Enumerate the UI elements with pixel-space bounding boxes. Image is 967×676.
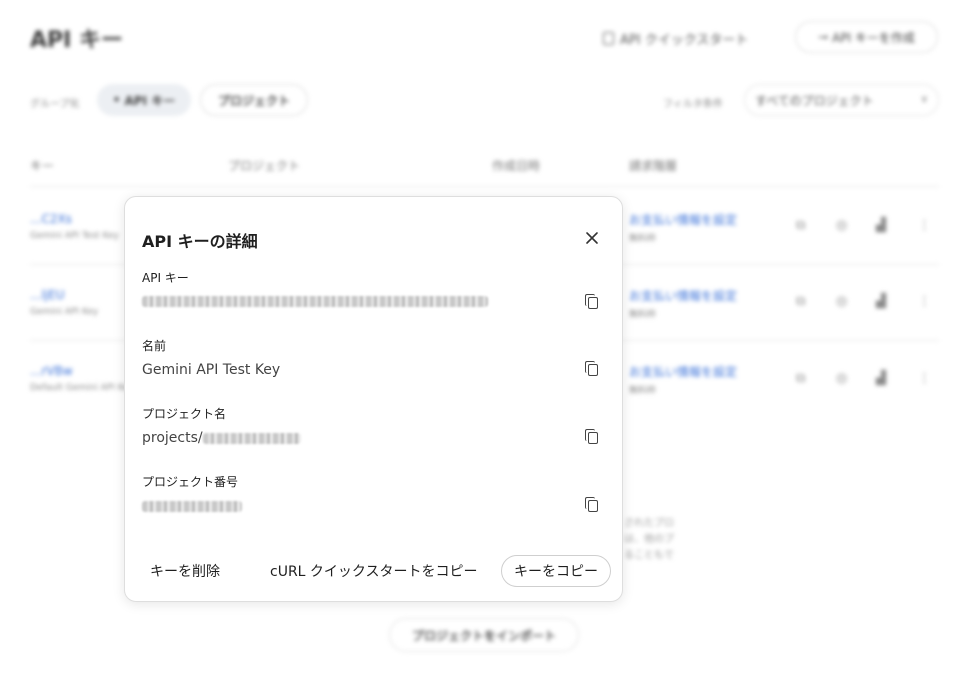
project-name-text: projects/ xyxy=(142,430,203,446)
filter-select-value: すべてのプロジェクト xyxy=(755,93,874,108)
billing-tier: 無料枠 xyxy=(629,234,657,244)
column-header-created: 作成日時 xyxy=(492,159,541,173)
billing-link[interactable]: お支払い情報を設定 xyxy=(629,211,737,228)
column-header-billing: 請求階層 xyxy=(629,159,678,173)
name-value: Gemini API Test Key xyxy=(142,362,281,378)
dialog-title: API キーの詳細 xyxy=(142,232,258,251)
chevron-down-icon: ∨ xyxy=(920,94,928,105)
more-vert-icon[interactable]: ⋮ xyxy=(918,294,931,309)
project-number-value xyxy=(142,498,242,514)
chart-icon[interactable]: ▟ xyxy=(876,218,886,233)
row-key-name: Gemini API Key xyxy=(30,307,99,317)
redacted-value xyxy=(202,432,301,444)
redacted-value xyxy=(142,500,242,512)
quickstart-link[interactable]: API クイックスタート xyxy=(603,29,748,48)
page-title: API キー xyxy=(30,28,123,53)
info-note-line: ることもで xyxy=(624,550,674,561)
key-icon: ⊸ xyxy=(818,30,829,44)
more-vert-icon[interactable]: ⋮ xyxy=(918,218,931,233)
copy-curl-quickstart-button[interactable]: cURL クイックスタートをコピー xyxy=(270,555,478,587)
billing-link[interactable]: お支払い情報を設定 xyxy=(629,363,737,380)
api-key-value xyxy=(142,293,488,309)
info-note-line: は、他のプ xyxy=(624,534,674,545)
copy-key-button[interactable]: キーをコピー xyxy=(501,555,611,587)
billing-tier: 無料枠 xyxy=(629,386,657,396)
project-name-value: projects/ xyxy=(142,430,301,446)
group-chip-project[interactable]: プロジェクト xyxy=(200,84,308,116)
chart-icon[interactable]: ▟ xyxy=(876,371,886,386)
billing-icon[interactable]: ◎ xyxy=(836,294,847,309)
copy-name-button[interactable] xyxy=(583,360,601,378)
billing-icon[interactable]: ◎ xyxy=(836,371,847,386)
check-icon: • xyxy=(112,93,121,107)
more-vert-icon[interactable]: ⋮ xyxy=(918,371,931,386)
billing-link[interactable]: お支払い情報を設定 xyxy=(629,287,737,304)
dialog-footer: キーを削除 cURL クイックスタートをコピー キーをコピー xyxy=(125,555,622,591)
copy-icon[interactable]: ⧉ xyxy=(796,371,805,386)
column-header-project: プロジェクト xyxy=(228,159,301,173)
create-api-key-label: API キーを作成 xyxy=(832,30,915,45)
close-button[interactable] xyxy=(580,226,604,250)
row-key-link[interactable]: ...ljEU xyxy=(30,288,64,302)
copy-icon[interactable]: ⧉ xyxy=(796,294,805,309)
filter-label: フィルタ条件 xyxy=(663,99,723,110)
info-note: されたプロ は、他のプ ることもで xyxy=(624,516,694,564)
chart-icon[interactable]: ▟ xyxy=(876,294,886,309)
api-key-label: API キー xyxy=(142,271,189,285)
billing-icon[interactable]: ◎ xyxy=(836,218,847,233)
project-name-label: プロジェクト名 xyxy=(142,407,227,421)
row-key-link[interactable]: ...C2Xs xyxy=(30,212,72,226)
group-chip-api-key-label: API キー xyxy=(124,93,176,108)
copy-icon[interactable]: ⧉ xyxy=(796,218,805,233)
row-key-name: Default Gemini API Key xyxy=(30,383,135,393)
group-chip-api-key[interactable]: • API キー xyxy=(97,84,191,116)
column-header-key: キー xyxy=(30,159,55,173)
billing-tier: 無料枠 xyxy=(629,310,657,320)
divider xyxy=(30,186,939,187)
redacted-value xyxy=(142,295,488,307)
create-api-key-button[interactable]: ⊸ API キーを作成 xyxy=(795,21,938,53)
project-number-label: プロジェクト番号 xyxy=(142,475,239,489)
row-key-link[interactable]: ...rVBw xyxy=(30,364,73,378)
quickstart-link-label: API クイックスタート xyxy=(620,33,749,48)
copy-api-key-button[interactable] xyxy=(583,293,601,311)
api-key-details-dialog: API キーの詳細 API キー 名前 Gemini API Test Key … xyxy=(124,196,623,602)
name-label: 名前 xyxy=(142,339,167,353)
info-note-line: されたプロ xyxy=(624,518,674,529)
copy-project-number-button[interactable] xyxy=(583,496,601,514)
copy-project-name-button[interactable] xyxy=(583,428,601,446)
group-by-label: グループ化 xyxy=(30,99,80,110)
row-key-name: Gemini API Test Key xyxy=(30,231,119,241)
close-icon xyxy=(586,232,598,244)
delete-key-button[interactable]: キーを削除 xyxy=(150,555,220,587)
project-filter-select[interactable]: すべてのプロジェクト ∨ xyxy=(744,84,939,116)
document-icon xyxy=(603,32,614,45)
import-project-button[interactable]: プロジェクトをインポート xyxy=(389,618,579,652)
